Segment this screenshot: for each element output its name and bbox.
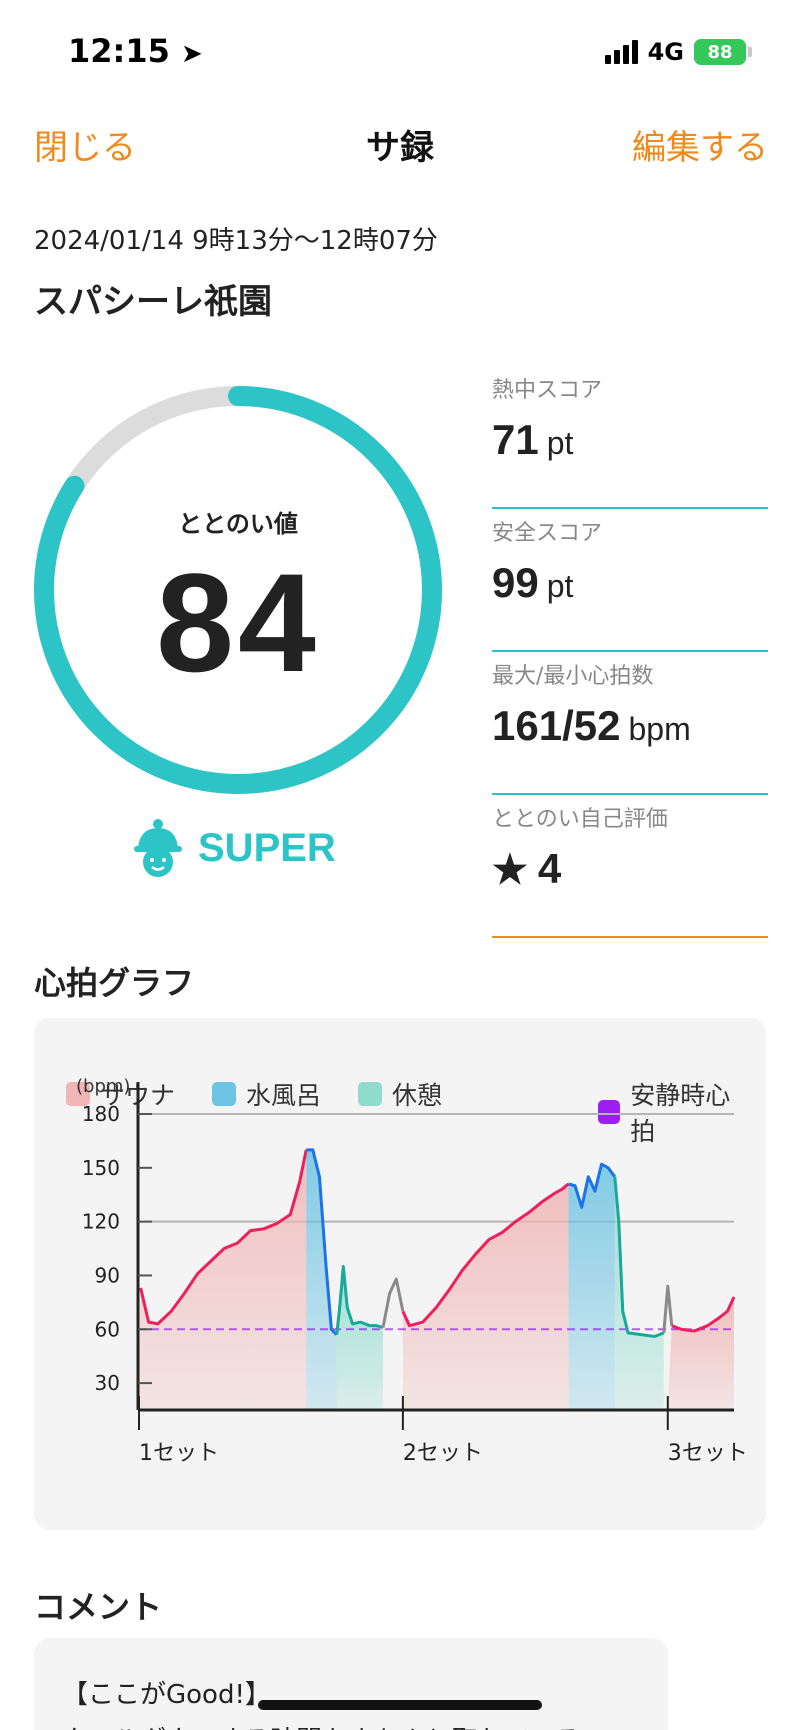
facility-name: スパシーレ祇園 — [34, 282, 272, 322]
phase-area-sauna — [402, 1183, 569, 1410]
heart-rate-line-rest — [613, 1176, 665, 1338]
session-date: 2024/01/14 9時13分〜12時07分 — [34, 226, 438, 256]
star-icon: ★ — [492, 848, 528, 892]
stat-heat-score: 熱中スコア 71 pt — [492, 366, 768, 509]
stat-heart-rate: 最大/最小心拍数 161/52 bpm — [492, 652, 768, 795]
stat-value: 161/52 bpm — [492, 702, 691, 749]
battery-icon: 88 — [694, 39, 752, 65]
comment-card: 【ここがGood!】 クールダウンする時間をきちんと取れている — [34, 1638, 668, 1730]
heart-rate-line-other — [381, 1277, 405, 1328]
close-button[interactable]: 閉じる — [34, 120, 136, 169]
heart-graph-title: 心拍グラフ — [34, 964, 195, 1002]
phase-area-sauna — [138, 1149, 307, 1410]
heart-rate-chart: (bpm) 180 150 120 90 60 30 1セット 2セット 3セット — [76, 1076, 748, 1466]
stat-value: ★ 4 — [492, 845, 562, 892]
network-type: 4G — [647, 38, 684, 66]
location-arrow-icon: ➤ — [181, 39, 203, 69]
comment-text: クールダウンする時間をきちんと取れている — [62, 1720, 581, 1730]
score-value: 84 — [156, 544, 320, 701]
edit-button[interactable]: 編集する — [632, 120, 768, 169]
status-bar: 12:15 ➤ 4G 88 — [0, 0, 800, 100]
rank-badge: SUPER — [132, 818, 336, 878]
stats-panel: 熱中スコア 71 pt 安全スコア 99 pt 最大/最小心拍数 161/52 bpm… — [492, 366, 768, 938]
y-tick-label: 180 — [82, 1102, 120, 1126]
stat-value: 99 pt — [492, 559, 574, 606]
stat-value: 71 pt — [492, 416, 574, 463]
totonoi-score-ring: ととのい値 84 — [30, 382, 446, 798]
comment-heading: 【ここがGood!】 — [62, 1680, 271, 1710]
x-tick-label: 2セット — [403, 1441, 483, 1466]
y-tick-label: 120 — [82, 1210, 120, 1234]
phase-area-water — [568, 1164, 615, 1410]
sauna-hat-icon — [134, 819, 182, 877]
stat-label: 安全スコア — [492, 521, 603, 546]
stat-label: 最大/最小心拍数 — [492, 664, 654, 689]
phase-area-rest — [336, 1266, 384, 1410]
stat-safety-score: 安全スコア 99 pt — [492, 509, 768, 652]
comment-title: コメント — [34, 1588, 163, 1626]
home-indicator — [258, 1700, 542, 1710]
x-tick-label: 3セット — [668, 1441, 748, 1466]
stat-label: 熱中スコア — [492, 378, 603, 403]
score-label: ととのい値 — [178, 510, 298, 538]
cellular-signal-icon — [604, 40, 638, 64]
y-tick-label: 150 — [82, 1156, 120, 1180]
y-tick-label: 60 — [95, 1317, 120, 1341]
heart-rate-line-other — [662, 1284, 674, 1333]
status-indicators: 4G 88 — [604, 38, 752, 66]
y-tick-label: 90 — [95, 1263, 120, 1287]
status-time: 12:15 ➤ — [68, 32, 203, 70]
stat-self-rating: ととのい自己評価 ★ 4 — [492, 795, 768, 938]
y-axis-label: (bpm) — [76, 1076, 130, 1097]
heart-rate-chart-card: サウナ 水風呂 休憩 安静時心拍 (bpm)1801501209060301セッ… — [34, 1018, 766, 1530]
y-tick-label: 30 — [95, 1371, 120, 1395]
battery-level: 88 — [707, 41, 733, 63]
nav-bar: 閉じる サ録 編集する — [0, 112, 800, 172]
stat-label: ととのい自己評価 — [492, 807, 668, 832]
rank-label: SUPER — [198, 825, 336, 870]
x-tick-label: 1セット — [139, 1441, 219, 1466]
